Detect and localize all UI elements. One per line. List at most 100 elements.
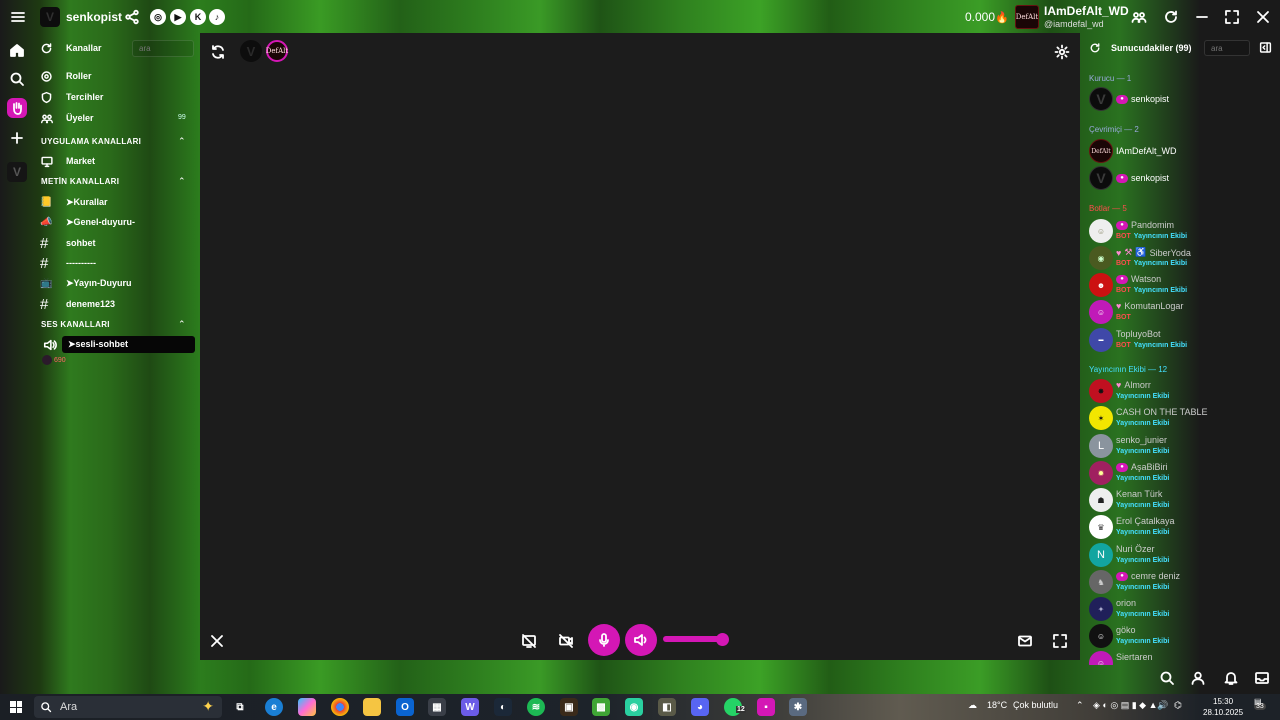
tray-apps-icon[interactable]: ◈ ◐ ◎ ▤ ▮ ◆ ▲ (1093, 700, 1158, 711)
file-explorer-icon[interactable] (363, 698, 381, 716)
member-online[interactable]: DefAlt IAmDefAlt_WD (1089, 139, 1279, 165)
member-team[interactable]: ♞ ● cemre deniz Yayıncının Ekibi (1089, 570, 1279, 596)
copilot-icon[interactable] (298, 698, 316, 716)
game-icon[interactable]: ▣ (560, 698, 578, 716)
close-icon[interactable] (209, 633, 225, 649)
member-bot[interactable]: ☺ ● Pandomim BOT Yayıncının Ekibi (1089, 219, 1279, 245)
member-team[interactable]: ✸ ♥ Almorr Yayıncının Ekibi (1089, 379, 1279, 405)
app-icon[interactable]: ◧ (658, 698, 676, 716)
channel-separator[interactable]: # ---------- (40, 254, 96, 272)
search-button[interactable] (8, 70, 26, 88)
youtube-icon[interactable]: ▶ (170, 9, 186, 25)
member-bot[interactable]: ☺ ♥ KomutanLogar BOT (1089, 300, 1279, 326)
edge-icon[interactable]: e (265, 698, 283, 716)
add-server-button[interactable] (8, 129, 26, 147)
app-icon[interactable]: ✱ (789, 698, 807, 716)
discord-icon[interactable]: ◕ (691, 698, 709, 716)
minecraft-icon[interactable]: ▩ (592, 698, 610, 716)
member-team[interactable]: ♛ Erol Çatalkaya Yayıncının Ekibi (1089, 515, 1279, 541)
network-icon[interactable]: ⌬ (1174, 700, 1182, 711)
store-icon[interactable]: ▦ (428, 698, 446, 716)
home-button[interactable] (8, 41, 26, 59)
app-icon[interactable]: ◉ (625, 698, 643, 716)
steam-icon[interactable]: ◐ (494, 698, 512, 716)
spotify-icon[interactable]: ≋ (527, 698, 545, 716)
member-search-input[interactable] (1204, 40, 1250, 56)
member-bot[interactable]: ◉ ♥ ⚒ ♿ SiberYoda BOT Yayıncının Ekibi (1089, 246, 1279, 272)
instagram-icon[interactable]: ◎ (150, 9, 166, 25)
share-icon[interactable] (124, 9, 140, 25)
channel-market[interactable]: Market (40, 152, 95, 170)
app-icon[interactable]: W (461, 698, 479, 716)
volume-icon[interactable]: 🔊 (1157, 700, 1168, 711)
member-team[interactable]: ☺ göko Yayıncının Ekibi (1089, 624, 1279, 650)
tiktok-icon[interactable]: ♪ (209, 9, 225, 25)
voice-connected-user[interactable]: 690 (42, 355, 66, 365)
camera-off-icon[interactable] (558, 633, 574, 649)
chevron-up-icon[interactable]: ⌃ (178, 176, 186, 187)
user-avatar[interactable]: DefAlt (1015, 5, 1039, 29)
app-icon[interactable]: ▪ (757, 698, 775, 716)
gear-icon[interactable] (1054, 44, 1070, 60)
channel-sesli-sohbet[interactable]: ➤sesli-sohbet (62, 336, 195, 353)
member-bot[interactable]: ☻ ● Watson BOT Yayıncının Ekibi (1089, 273, 1279, 299)
sidebar-item-roles[interactable]: Roller (40, 67, 92, 85)
inbox-icon[interactable] (1254, 670, 1270, 686)
channel-kurallar[interactable]: 📒 ➤Kurallar (40, 193, 108, 211)
task-view-icon[interactable]: ⧉ (231, 698, 249, 716)
participant-avatar[interactable]: V (240, 40, 262, 62)
collapse-panel-icon[interactable] (1259, 41, 1272, 54)
outlook-icon[interactable]: O (396, 698, 414, 716)
speaker-button[interactable] (625, 624, 657, 656)
notification-center[interactable]: ▤ 33 (1254, 697, 1266, 710)
participant-avatar-speaking[interactable]: DefAlt (266, 40, 288, 62)
search-icon[interactable] (1159, 670, 1175, 686)
windows-start-icon[interactable] (10, 701, 22, 713)
tray-chevron-up-icon[interactable]: ⌃ (1076, 700, 1084, 711)
sidebar-item-preferences[interactable]: Tercihler (40, 88, 103, 106)
volume-slider[interactable] (663, 636, 723, 642)
channel-search-input[interactable] (132, 40, 194, 57)
channel-yayin-duyuru[interactable]: 📺 ➤Yayın-Duyuru (40, 274, 132, 292)
bell-icon[interactable] (1223, 670, 1239, 686)
refresh-icon[interactable] (210, 44, 226, 60)
member-team[interactable]: ☺ Siertaren (1089, 651, 1279, 665)
chrome-icon[interactable] (331, 698, 349, 716)
channel-sohbet[interactable]: # sohbet (40, 234, 96, 252)
member-bot[interactable]: ▬ TopluyoBot BOT Yayıncının Ekibi (1089, 328, 1279, 354)
friends-icon[interactable] (1131, 9, 1147, 25)
whatsapp-icon[interactable]: 12 (724, 698, 746, 716)
sidebar-item-members[interactable]: Üyeler (40, 109, 94, 127)
channel-genel-duyuru[interactable]: 📣 ➤Genel-duyuru- (40, 213, 135, 231)
taskbar-clock[interactable]: 15:30 28.10.2025 (1203, 696, 1243, 718)
member-team[interactable]: ✦ orion Yayıncının Ekibi (1089, 597, 1279, 623)
refresh-icon[interactable] (1089, 42, 1101, 54)
channels-header[interactable]: Kanallar (40, 39, 102, 57)
profile-icon[interactable] (1190, 670, 1206, 686)
mail-icon[interactable] (1017, 633, 1033, 649)
member-owner[interactable]: V ● senkopist (1089, 87, 1279, 113)
member-team[interactable]: ☗ Kenan Türk Yayıncının Ekibi (1089, 488, 1279, 514)
member-online[interactable]: V ● senkopist (1089, 166, 1279, 192)
member-team[interactable]: L senko_junier Yayıncının Ekibi (1089, 434, 1279, 460)
server-icon[interactable]: V (7, 162, 27, 182)
maximize-icon[interactable] (1224, 9, 1240, 25)
close-window-icon[interactable] (1255, 9, 1271, 25)
member-team[interactable]: N Nuri Özer Yayıncının Ekibi (1089, 543, 1279, 569)
minimize-icon[interactable] (1194, 9, 1210, 25)
weather-icon[interactable]: ☁ (968, 700, 977, 711)
fullscreen-icon[interactable] (1052, 633, 1068, 649)
kick-icon[interactable]: K (190, 9, 206, 25)
member-team[interactable]: ✶ CASH ON THE TABLE Yayıncının Ekibi (1089, 406, 1279, 432)
channel-deneme123[interactable]: # deneme123 (40, 295, 115, 313)
reload-icon[interactable] (1163, 9, 1179, 25)
chevron-up-icon[interactable]: ⌃ (178, 319, 186, 330)
screen-share-off-icon[interactable] (521, 633, 537, 649)
hamburger-menu-icon[interactable] (10, 9, 26, 25)
server-logo[interactable]: V (40, 7, 60, 27)
chevron-up-icon[interactable]: ⌃ (178, 136, 186, 147)
volume-slider-handle[interactable] (716, 633, 729, 646)
taskbar-search[interactable]: Ara ✦ (34, 696, 222, 718)
microphone-button[interactable] (588, 624, 620, 656)
member-team[interactable]: ✹ ● AşaBiBiri Yayıncının Ekibi (1089, 461, 1279, 487)
